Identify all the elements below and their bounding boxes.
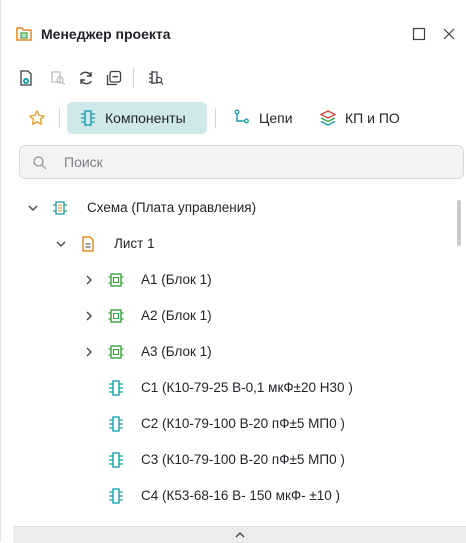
- tree-node-label: C4 (К53-68-16 В- 150 мкФ- ±10 ): [141, 488, 341, 503]
- tree-node-label: A1 (Блок 1): [141, 272, 212, 287]
- tree-node-label: Лист 1: [114, 236, 155, 251]
- tree-node-sheet[interactable]: Лист 1: [1, 226, 456, 262]
- chevron-up-icon[interactable]: [234, 530, 246, 540]
- properties-icon[interactable]: [15, 67, 37, 89]
- schematic-icon: [51, 199, 69, 217]
- tab-pads-vias-label: КП и ПО: [345, 110, 400, 126]
- chevron-right-icon[interactable]: [82, 273, 96, 287]
- project-manager-panel: Менеджер проекта Компоненты Цепи КП и ПО…: [0, 0, 466, 543]
- capacitor-icon: [107, 415, 125, 433]
- capacitor-icon: [107, 487, 125, 505]
- tab-bar: Компоненты Цепи КП и ПО: [1, 100, 466, 136]
- tab-nets[interactable]: Цепи: [233, 102, 293, 134]
- tab-pads-vias[interactable]: КП и ПО: [319, 102, 400, 134]
- find-component-icon[interactable]: [145, 67, 167, 89]
- tree-node-block[interactable]: A3 (Блок 1): [1, 334, 456, 370]
- tree-node-label: A3 (Блок 1): [141, 344, 212, 359]
- tree-node-component[interactable]: C2 (К10-79-100 В-20 пФ±5 МП0 ): [1, 406, 456, 442]
- tree-scrollbar[interactable]: [457, 200, 461, 246]
- collapse-panel-bar[interactable]: [13, 526, 466, 543]
- tab-separator: [215, 108, 216, 128]
- star-icon: [28, 109, 46, 127]
- panel-title: Менеджер проекта: [41, 26, 171, 42]
- toolbar-separator: [133, 68, 134, 88]
- panel-toolbar: [1, 64, 466, 92]
- tree-node-label: C2 (К10-79-100 В-20 пФ±5 МП0 ): [141, 416, 345, 431]
- project-tree: Схема (Плата управления) Лист 1 A1 (Блок…: [1, 190, 456, 525]
- tree-node-block[interactable]: A2 (Блок 1): [1, 298, 456, 334]
- tab-components[interactable]: Компоненты: [67, 102, 207, 134]
- chevron-down-icon[interactable]: [26, 201, 40, 215]
- tab-separator: [59, 108, 60, 128]
- maximize-icon[interactable]: [409, 24, 429, 44]
- refresh-icon[interactable]: [75, 67, 97, 89]
- block-icon: [107, 271, 125, 289]
- chevron-down-icon[interactable]: [54, 237, 68, 251]
- tree-node-schematic[interactable]: Схема (Плата управления): [1, 190, 456, 226]
- search-icon: [32, 155, 48, 171]
- chevron-right-icon[interactable]: [82, 345, 96, 359]
- layers-icon: [319, 109, 337, 127]
- capacitor-icon: [107, 451, 125, 469]
- tree-node-label: A2 (Блок 1): [141, 308, 212, 323]
- close-icon[interactable]: [439, 24, 459, 44]
- component-icon: [79, 109, 97, 127]
- tree-node-label: C3 (К10-79-100 В-20 пФ±5 МП0 ): [141, 452, 345, 467]
- search-box: [19, 145, 464, 179]
- tab-nets-label: Цепи: [259, 110, 293, 126]
- tree-node-component[interactable]: C1 (К10-79-25 В-0,1 мкФ±20 Н30 ): [1, 370, 456, 406]
- chevron-right-icon[interactable]: [82, 309, 96, 323]
- panel-titlebar: Менеджер проекта: [1, 18, 466, 48]
- net-icon: [233, 109, 251, 127]
- block-icon: [107, 343, 125, 361]
- tab-components-label: Компоненты: [105, 110, 186, 126]
- locate-icon[interactable]: [47, 67, 69, 89]
- tab-favorites[interactable]: [25, 102, 49, 134]
- collapse-all-icon[interactable]: [103, 67, 125, 89]
- tree-node-label: C1 (К10-79-25 В-0,1 мкФ±20 Н30 ): [141, 380, 353, 395]
- search-input[interactable]: [64, 152, 444, 172]
- tree-node-component[interactable]: C4 (К53-68-16 В- 150 мкФ- ±10 ): [1, 478, 456, 514]
- tree-node-component[interactable]: C3 (К10-79-100 В-20 пФ±5 МП0 ): [1, 442, 456, 478]
- project-manager-icon: [15, 25, 33, 43]
- sheet-icon: [79, 235, 97, 253]
- block-icon: [107, 307, 125, 325]
- capacitor-icon: [107, 379, 125, 397]
- tree-node-block[interactable]: A1 (Блок 1): [1, 262, 456, 298]
- tree-node-label: Схема (Плата управления): [87, 200, 257, 215]
